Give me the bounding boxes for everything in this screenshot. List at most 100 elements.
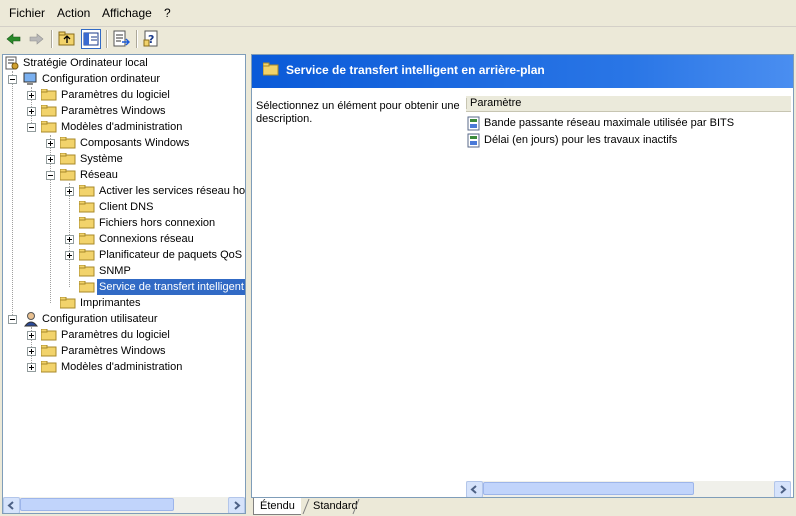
folder-icon <box>78 232 95 245</box>
expand-icon[interactable] <box>27 91 36 100</box>
scroll-thumb[interactable] <box>483 482 694 495</box>
forward-arrow-icon[interactable] <box>26 29 46 49</box>
folder-icon <box>78 216 95 229</box>
folder-icon <box>40 88 57 101</box>
tree-item-net-snmp[interactable]: SNMP <box>3 263 243 279</box>
scroll-right-icon[interactable] <box>774 481 791 497</box>
folder-icon <box>40 328 57 341</box>
folder-open-icon <box>59 168 76 181</box>
folder-icon <box>59 296 76 309</box>
folder-icon <box>78 248 95 261</box>
tree-item-uc-windows[interactable]: Paramètres Windows <box>3 343 243 359</box>
expand-icon[interactable] <box>46 155 55 164</box>
tab-border <box>302 498 360 515</box>
expand-icon[interactable] <box>27 363 36 372</box>
column-header-label: Paramètre <box>470 97 522 109</box>
tree-item-net-offline-files[interactable]: Fichiers hors connexion <box>3 215 243 231</box>
collapse-icon[interactable] <box>46 171 55 180</box>
tree-label: SNMP <box>99 265 131 277</box>
tree-item-root[interactable]: Stratégie Ordinateur local <box>3 55 243 71</box>
tree-item-net-connections[interactable]: Connexions réseau <box>3 231 243 247</box>
tree-item-computer-config[interactable]: Configuration ordinateur <box>3 71 243 87</box>
tree-hscrollbar[interactable] <box>3 497 245 513</box>
list-hscrollbar[interactable] <box>466 481 791 497</box>
folder-icon <box>59 136 76 149</box>
collapse-icon[interactable] <box>8 75 17 84</box>
menu-help[interactable]: ? <box>164 6 171 20</box>
tree-label: Activer les services réseau hor <box>99 185 246 197</box>
view-tabs: Étendu Standard <box>251 498 796 516</box>
tree-label: Fichiers hors connexion <box>99 217 216 229</box>
collapse-icon[interactable] <box>27 123 36 132</box>
expand-icon[interactable] <box>27 347 36 356</box>
page-title: Service de transfert intelligent en arri… <box>286 63 545 77</box>
show-hide-tree-icon[interactable] <box>81 29 101 49</box>
folder-open-icon <box>40 120 57 133</box>
expand-icon[interactable] <box>65 235 74 244</box>
tree-label: Réseau <box>80 169 118 181</box>
tree-item-cc-windows[interactable]: Paramètres Windows <box>3 103 243 119</box>
up-folder-icon[interactable] <box>57 29 77 49</box>
setting-label: Bande passante réseau maximale utilisée … <box>484 117 735 129</box>
tree-item-uc-software[interactable]: Paramètres du logiciel <box>3 327 243 343</box>
tree-item-cc-admin[interactable]: Modèles d'administration <box>3 119 243 135</box>
tree-item-printers[interactable]: Imprimantes <box>3 295 243 311</box>
tree-label-selected: Service de transfert intelligent <box>97 279 245 295</box>
column-header[interactable]: Paramètre <box>466 96 791 112</box>
tree-item-cc-software[interactable]: Paramètres du logiciel <box>3 87 243 103</box>
tree-item-net-dns[interactable]: Client DNS <box>3 199 243 215</box>
tree-label: Paramètres Windows <box>61 105 166 117</box>
expand-icon[interactable] <box>65 187 74 196</box>
description-text: Sélectionnez un élément pour obtenir une… <box>256 100 460 125</box>
tree-item-network[interactable]: Réseau <box>3 167 243 183</box>
tree-item-system[interactable]: Système <box>3 151 243 167</box>
tree-label: Modèles d'administration <box>61 361 183 373</box>
back-arrow-icon[interactable] <box>4 29 24 49</box>
collapse-icon[interactable] <box>8 315 17 324</box>
scroll-left-icon[interactable] <box>3 497 20 513</box>
folder-icon <box>78 264 95 277</box>
toolbar: ? <box>0 27 796 51</box>
tree-label: Paramètres du logiciel <box>61 89 170 101</box>
tree-item-uc-admin[interactable]: Modèles d'administration <box>3 359 243 375</box>
folder-open-icon <box>78 280 95 293</box>
help-icon[interactable]: ? <box>141 29 161 49</box>
scroll-thumb[interactable] <box>20 498 174 511</box>
tab-extended[interactable]: Étendu <box>253 498 301 515</box>
tree-label: Paramètres Windows <box>61 345 166 357</box>
setting-icon <box>467 133 482 154</box>
scroll-left-icon[interactable] <box>466 481 483 497</box>
tree-item-user-config[interactable]: Configuration utilisateur <box>3 311 243 327</box>
expand-icon[interactable] <box>65 251 74 260</box>
expand-icon[interactable] <box>27 107 36 116</box>
tree-label: Connexions réseau <box>99 233 194 245</box>
export-list-icon[interactable] <box>111 29 131 49</box>
menu-action[interactable]: Action <box>57 6 90 20</box>
folder-icon <box>40 360 57 373</box>
setting-label: Délai (en jours) pour les travaux inacti… <box>484 134 678 146</box>
tree-pane[interactable]: Stratégie Ordinateur local Configuration… <box>2 54 246 514</box>
menu-fichier[interactable]: Fichier <box>9 6 45 20</box>
tree-label: Composants Windows <box>80 137 190 149</box>
folder-icon <box>59 152 76 165</box>
details-header: Service de transfert intelligent en arri… <box>252 55 793 88</box>
expand-icon[interactable] <box>27 331 36 340</box>
folder-icon <box>40 344 57 357</box>
tree-label: Configuration utilisateur <box>42 313 158 325</box>
folder-icon <box>262 62 279 79</box>
menu-affichage[interactable]: Affichage <box>102 6 152 20</box>
tree-item-components[interactable]: Composants Windows <box>3 135 243 151</box>
folder-icon <box>78 200 95 213</box>
tree-label: Système <box>80 153 123 165</box>
scroll-right-icon[interactable] <box>228 497 245 513</box>
tree-item-net-offline-services[interactable]: Activer les services réseau hor <box>3 183 246 199</box>
tree-label: Paramètres du logiciel <box>61 329 170 341</box>
folder-icon <box>40 104 57 117</box>
tree-label: Imprimantes <box>80 297 141 309</box>
tree-label: Stratégie Ordinateur local <box>23 57 148 69</box>
tree-label: Configuration ordinateur <box>42 73 161 85</box>
expand-icon[interactable] <box>46 139 55 148</box>
tree-item-net-bits[interactable]: Service de transfert intelligent <box>3 279 245 295</box>
tree-label: Modèles d'administration <box>61 121 183 133</box>
tree-item-net-qos[interactable]: Planificateur de paquets QoS <box>3 247 243 263</box>
